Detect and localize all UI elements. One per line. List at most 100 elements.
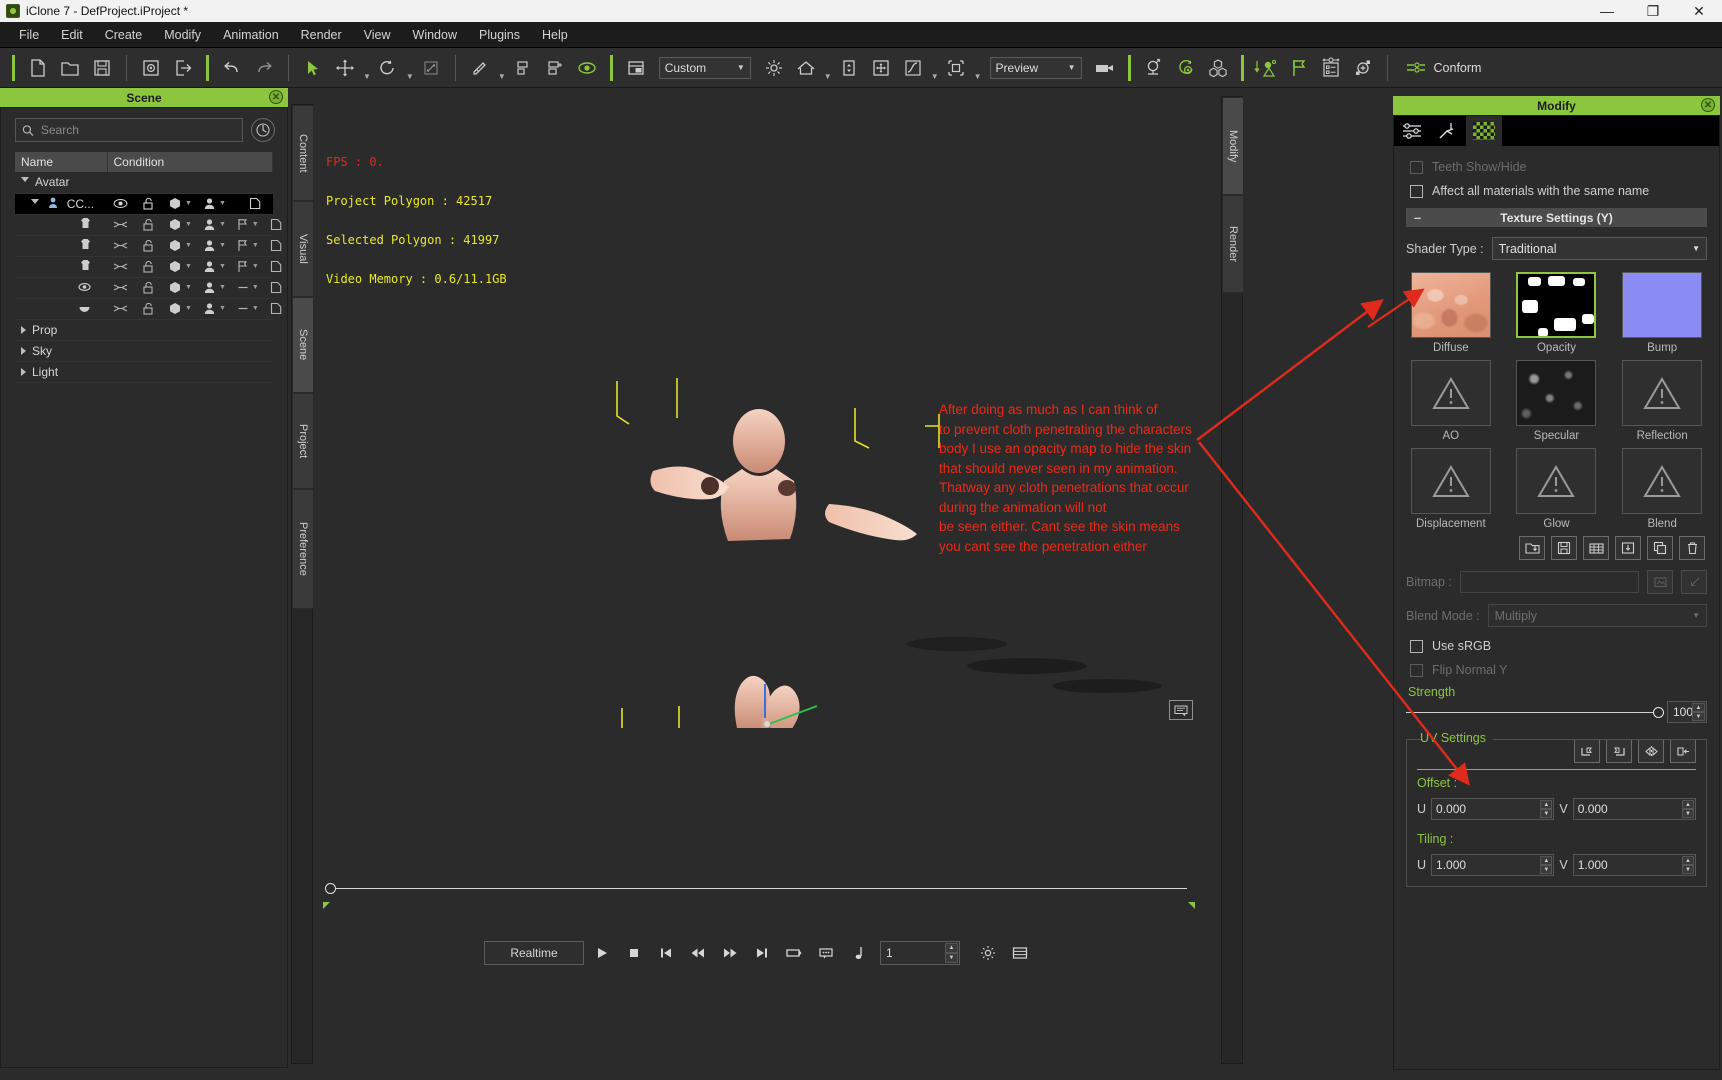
stepper-down[interactable]: ▼	[1540, 865, 1553, 874]
stepper-up[interactable]: ▲	[1692, 703, 1705, 712]
offset-v-stepper[interactable]: ▲ ▼	[1682, 800, 1694, 818]
menu-file[interactable]: File	[8, 25, 50, 45]
tiling-u-stepper[interactable]: ▲ ▼	[1540, 856, 1553, 874]
motion-icon[interactable]	[1171, 53, 1201, 83]
load-preset-icon[interactable]	[136, 53, 166, 83]
lock-icon[interactable]	[142, 281, 154, 294]
timeline-playhead[interactable]	[325, 883, 336, 894]
page-icon[interactable]	[270, 281, 282, 294]
affect-all-materials-checkbox[interactable]	[1410, 184, 1423, 198]
props-icon[interactable]	[1203, 53, 1233, 83]
cube-icon[interactable]	[168, 302, 182, 315]
undo-icon[interactable]	[217, 53, 247, 83]
texture-thumbnail[interactable]	[1622, 360, 1703, 426]
texture-channel-diffuse[interactable]: Diffuse	[1406, 272, 1496, 354]
stepper-down[interactable]: ▼	[945, 953, 958, 963]
table-row[interactable]: Avatar	[15, 172, 273, 194]
texture-channel-ao[interactable]: AO	[1406, 360, 1496, 442]
table-row[interactable]: Light	[15, 361, 273, 383]
chevron-down-icon[interactable]: ▼	[219, 305, 226, 312]
import-icon[interactable]	[1615, 536, 1641, 560]
menu-render[interactable]: Render	[290, 25, 353, 45]
timeline-track[interactable]	[331, 888, 1187, 889]
texture-channel-glow[interactable]: Glow	[1512, 448, 1602, 530]
cube-icon[interactable]	[168, 239, 182, 252]
texture-channel-reflection[interactable]: Reflection	[1617, 360, 1707, 442]
chevron-down-icon[interactable]: ▼	[219, 200, 226, 207]
use-srgb-checkbox[interactable]	[1410, 639, 1423, 653]
expand-triangle-icon[interactable]	[21, 367, 26, 376]
page-icon[interactable]	[270, 239, 282, 252]
rotate-uv-icon[interactable]	[1574, 739, 1600, 763]
texture-settings-section[interactable]: – Texture Settings (Y)	[1406, 208, 1707, 227]
open-folder-icon[interactable]	[55, 53, 85, 83]
new-file-icon[interactable]	[23, 53, 53, 83]
tab-preference[interactable]: Preference	[292, 489, 314, 609]
flag-icon[interactable]	[237, 218, 249, 231]
chevron-down-icon[interactable]: ▼	[252, 242, 259, 249]
flag-icon[interactable]	[1284, 53, 1314, 83]
texture-thumbnail[interactable]	[1516, 448, 1597, 514]
go-to-start-button[interactable]	[652, 940, 680, 966]
texture-channel-bump[interactable]: Bump	[1617, 272, 1707, 354]
table-row[interactable]: CC... ▼ ▼	[15, 193, 273, 215]
offset-u-input[interactable]: 0.000 ▲ ▼	[1431, 798, 1555, 820]
strength-slider-track[interactable]	[1406, 706, 1664, 718]
home-icon[interactable]	[791, 53, 821, 83]
teeth-show-hide-row[interactable]: Teeth Show/Hide	[1410, 160, 1707, 174]
layout-icon[interactable]	[621, 53, 651, 83]
tab-content[interactable]: Content	[292, 105, 314, 201]
close-button[interactable]: ✕	[1676, 0, 1722, 22]
chevron-down-icon[interactable]: ▼	[252, 221, 259, 228]
page-icon[interactable]	[270, 218, 282, 231]
menu-plugins[interactable]: Plugins	[468, 25, 531, 45]
menu-view[interactable]: View	[353, 25, 402, 45]
collapse-icon[interactable]: –	[1414, 210, 1421, 225]
range-end-marker[interactable]	[1188, 902, 1195, 909]
table-row[interactable]: ▼ ▼ ▼	[15, 298, 282, 320]
align-extra-icon[interactable]	[540, 53, 570, 83]
shader-type-select[interactable]: Traditional ▼	[1491, 237, 1707, 260]
chevron-down-icon[interactable]: ▼	[252, 284, 259, 291]
menu-create[interactable]: Create	[94, 25, 154, 45]
texture-thumbnail[interactable]	[1622, 448, 1703, 514]
timeline-icon[interactable]	[1006, 940, 1034, 966]
rotate-tool-icon[interactable]	[373, 53, 403, 83]
search-input[interactable]	[40, 123, 236, 137]
strength-slider-knob[interactable]	[1653, 706, 1664, 718]
viewport-3d[interactable]: FPS : 0. Project Polygon : 42517 Selecte…	[317, 96, 1201, 728]
mirror-h-icon[interactable]	[1670, 739, 1696, 763]
render-mode-select[interactable]: Preview ▼	[989, 56, 1082, 79]
copy-icon[interactable]	[1647, 536, 1673, 560]
lock-icon[interactable]	[142, 302, 154, 315]
expand-triangle-icon[interactable]	[31, 198, 39, 208]
stepper-down[interactable]: ▼	[1682, 865, 1694, 874]
lock-icon[interactable]	[142, 197, 154, 210]
chevron-down-icon[interactable]: ▼	[219, 221, 226, 228]
load-texture-icon[interactable]	[1519, 536, 1545, 560]
flip-normal-y-checkbox[interactable]	[1410, 663, 1423, 677]
menu-modify[interactable]: Modify	[153, 25, 212, 45]
audio-button[interactable]	[844, 940, 872, 966]
texture-thumbnail[interactable]	[1622, 272, 1703, 338]
attribute-tab[interactable]	[1394, 116, 1430, 146]
timeline-slider[interactable]	[317, 874, 1201, 914]
stepper-up[interactable]: ▲	[1540, 800, 1553, 809]
strength-value-input[interactable]: 100 ▲ ▼	[1667, 701, 1707, 723]
step-back-button[interactable]	[684, 940, 712, 966]
bbox-icon[interactable]	[941, 53, 971, 83]
tiling-v-stepper[interactable]: ▲ ▼	[1682, 856, 1694, 874]
eye-off-icon[interactable]	[113, 282, 128, 293]
flip-uv-icon[interactable]	[1606, 739, 1632, 763]
dock-icon[interactable]	[834, 53, 864, 83]
tiling-u-input[interactable]: 1.000 ▲ ▼	[1431, 854, 1555, 876]
redo-icon[interactable]	[249, 53, 279, 83]
cube-icon[interactable]	[168, 260, 182, 273]
scale-tool-icon[interactable]	[416, 53, 446, 83]
table-row[interactable]: ▼ ▼ ▼	[15, 256, 282, 278]
eye-icon[interactable]	[113, 198, 128, 209]
person-icon[interactable]	[203, 218, 216, 231]
stepper-up[interactable]: ▲	[1682, 856, 1694, 865]
bitmap-browse-icon[interactable]	[1647, 570, 1673, 594]
stepper-down[interactable]: ▼	[1682, 809, 1694, 818]
